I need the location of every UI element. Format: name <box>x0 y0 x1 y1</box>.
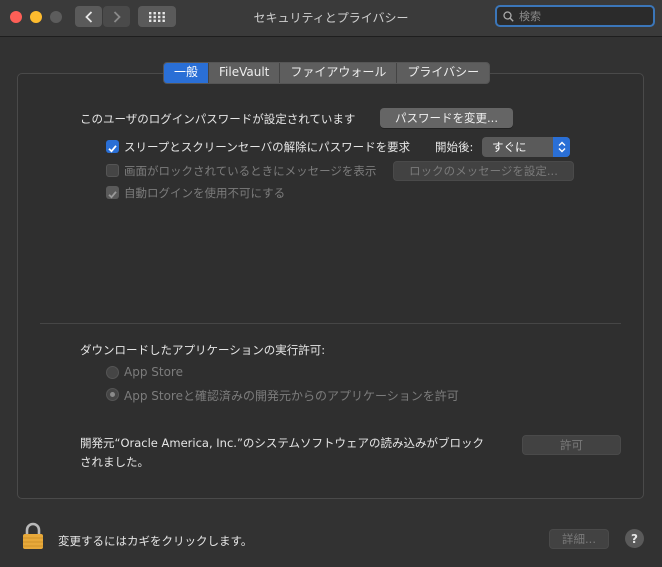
select-arrows-icon <box>553 137 570 157</box>
allow-button[interactable]: 許可 <box>522 435 621 455</box>
radio-appstore-label: App Store <box>124 365 183 379</box>
lock-button[interactable] <box>22 522 44 554</box>
radio-appstore[interactable] <box>106 366 119 379</box>
checkmark-icon <box>108 191 117 199</box>
disable-autologin-label: 自動ログインを使用不可にする <box>124 186 286 200</box>
require-password-checkbox[interactable] <box>106 140 119 153</box>
tab-filevault[interactable]: FileVault <box>209 63 281 83</box>
start-after-select[interactable]: すぐに <box>482 137 570 157</box>
lock-hint-text: 変更するにはカギをクリックします。 <box>58 534 253 548</box>
start-after-value: すぐに <box>492 140 527 154</box>
password-status-text: このユーザのログインパスワードが設定されています <box>80 112 356 126</box>
blocked-message-line2: されました。 <box>80 455 149 469</box>
search-icon <box>503 10 514 22</box>
require-password-label: スリープとスクリーンセーバの解除にパスワードを要求 <box>124 140 411 154</box>
tab-privacy[interactable]: プライバシー <box>397 63 490 83</box>
advanced-button[interactable]: 詳細... <box>549 529 609 549</box>
downloads-heading: ダウンロードしたアプリケーションの実行許可: <box>80 343 326 357</box>
section-divider <box>40 323 621 324</box>
lock-icon <box>23 522 43 549</box>
lock-message-label: 画面がロックされているときにメッセージを表示 <box>124 164 377 178</box>
search-input[interactable] <box>517 8 651 24</box>
disable-autologin-checkbox[interactable] <box>106 186 119 199</box>
start-after-label: 開始後: <box>435 140 474 154</box>
tab-bar: 一般 FileVault ファイアウォール プライバシー <box>163 62 491 84</box>
search-field[interactable] <box>495 5 655 27</box>
tab-general[interactable]: 一般 <box>164 63 210 83</box>
blocked-message-line1: 開発元“Oracle America, Inc.”のシステムソフトウェアの読み込… <box>80 436 485 450</box>
checkmark-icon <box>108 145 117 153</box>
tab-firewall[interactable]: ファイアウォール <box>280 63 398 83</box>
help-button[interactable]: ? <box>625 529 644 548</box>
title-bar: セキュリティとプライバシー <box>0 0 662 37</box>
set-lock-message-button[interactable]: ロックのメッセージを設定... <box>393 161 574 181</box>
radio-appstore-identified-label: App Storeと確認済みの開発元からのアプリケーションを許可 <box>124 389 459 403</box>
radio-appstore-identified[interactable] <box>106 388 119 401</box>
lock-message-checkbox[interactable] <box>106 164 119 177</box>
change-password-button[interactable]: パスワードを変更... <box>380 108 513 128</box>
